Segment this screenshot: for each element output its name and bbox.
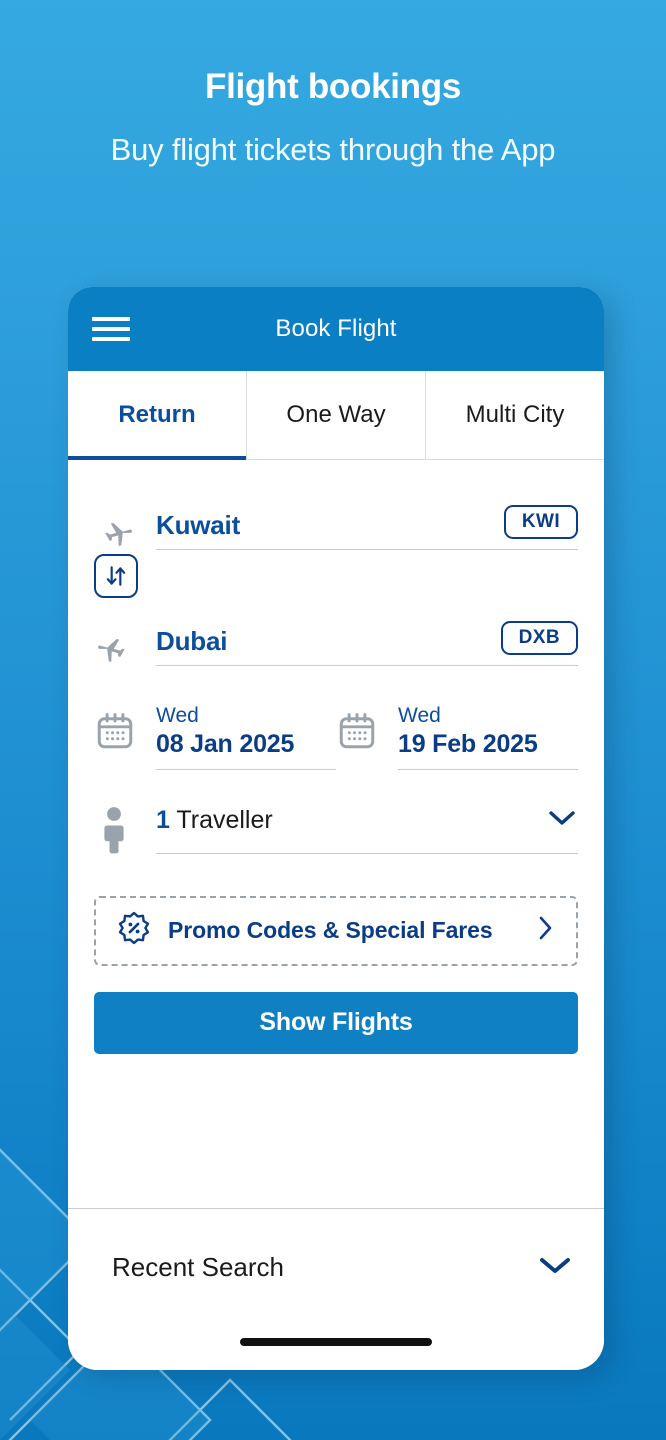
origin-city: Kuwait [156,510,241,540]
origin-field[interactable]: Kuwait KWI [156,497,578,550]
home-indicator-bar [240,1338,432,1346]
depart-date-cell[interactable]: Wed 08 Jan 2025 [94,704,336,770]
tab-one-way-label: One Way [286,401,386,428]
tab-return-label: Return [118,401,196,428]
swap-vertical-icon[interactable] [94,554,138,598]
chevron-right-icon[interactable] [534,912,556,949]
percent-badge-icon [116,910,152,951]
home-indicator [68,1326,604,1370]
hamburger-menu-icon[interactable] [92,315,130,343]
plane-arrival-icon [94,624,156,666]
return-date-cell[interactable]: Wed 19 Feb 2025 [336,704,578,770]
trip-route-block: Kuwait KWI Dubai DXB [94,460,578,666]
depart-date: 08 Jan 2025 [156,730,295,759]
show-flights-button[interactable]: Show Flights [94,991,578,1054]
traveller-field[interactable]: 1 Traveller [156,806,578,854]
traveller-row[interactable]: 1 Traveller [94,806,578,854]
return-date: 19 Feb 2025 [398,730,538,759]
plane-departure-icon [94,508,156,550]
tab-multi-city-label: Multi City [465,401,565,428]
traveller-count: 1 [156,805,170,834]
depart-weekday: Wed [156,704,199,727]
traveller-word: Traveller [169,805,273,834]
swap-row [94,550,578,602]
search-form: Kuwait KWI Dubai DXB Wed 08 Jan 2025 Wed… [68,460,604,1208]
app-store-screenshot: Flight bookings Buy flight tickets throu… [0,0,666,1440]
return-date-field[interactable]: Wed 19 Feb 2025 [398,704,578,770]
person-icon [94,806,156,854]
tab-multi-city[interactable]: Multi City [426,371,604,459]
app-bar-title: Book Flight [275,315,397,342]
destination-row[interactable]: Dubai DXB [94,602,578,666]
promo-codes-row[interactable]: Promo Codes & Special Fares [94,895,578,966]
recent-search-row[interactable]: Recent Search [68,1208,604,1326]
calendar-icon [94,704,156,757]
recent-search-label: Recent Search [112,1252,284,1282]
trip-type-tabs: Return One Way Multi City [68,371,604,460]
destination-city: Dubai [156,626,228,656]
promo-codes-label: Promo Codes & Special Fares [168,917,493,944]
chevron-down-icon[interactable] [546,807,578,834]
destination-field[interactable]: Dubai DXB [156,613,578,666]
calendar-icon [336,704,398,757]
app-bar: Book Flight [68,287,604,371]
traveller-label: 1 Traveller [156,806,273,835]
tab-return[interactable]: Return [68,371,247,460]
hero-title: Flight bookings [204,67,462,106]
dates-row: Wed 08 Jan 2025 Wed 19 Feb 2025 [94,704,578,770]
origin-code-badge: KWI [503,505,578,539]
origin-row[interactable]: Kuwait KWI [94,486,578,550]
destination-code-badge: DXB [500,621,578,655]
chevron-down-icon[interactable] [536,1253,574,1282]
hero-subtitle: Buy flight tickets through the App [110,131,556,167]
return-weekday: Wed [398,704,441,727]
phone-mockup: Book Flight Return One Way Multi City Ku… [68,287,604,1370]
hero-heading-block: Flight bookings Buy flight tickets throu… [0,67,666,175]
tab-one-way[interactable]: One Way [247,371,426,459]
depart-date-field[interactable]: Wed 08 Jan 2025 [156,704,336,770]
